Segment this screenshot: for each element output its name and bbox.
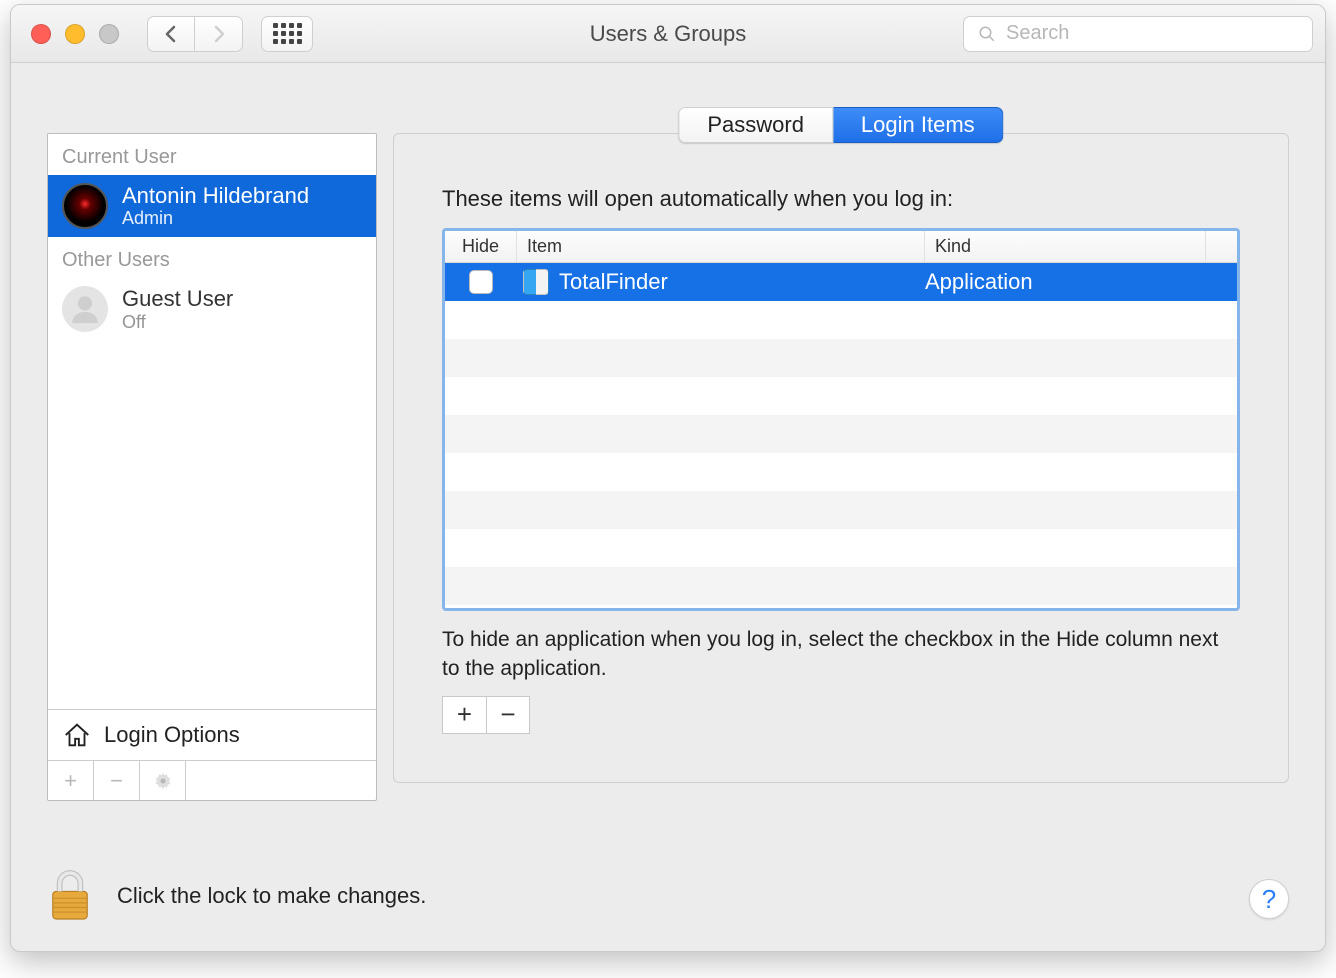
sidebar-user-current[interactable]: Antonin Hildebrand Admin <box>48 175 376 237</box>
app-icon <box>523 269 549 295</box>
forward-button[interactable] <box>195 16 243 52</box>
main-panel: Password Login Items These items will op… <box>393 133 1289 821</box>
table-row <box>445 453 1237 491</box>
current-user-label: Current User <box>48 134 376 175</box>
titlebar: Users & Groups <box>11 5 1325 63</box>
chevron-right-icon <box>212 25 226 43</box>
table-row <box>445 491 1237 529</box>
login-options-label: Login Options <box>104 722 240 748</box>
show-all-button[interactable] <box>261 16 313 52</box>
table-row <box>445 415 1237 453</box>
remove-item-button[interactable]: − <box>486 696 530 734</box>
user-name: Guest User <box>122 286 233 311</box>
avatar <box>62 183 108 229</box>
close-window-button[interactable] <box>31 24 51 44</box>
help-button[interactable]: ? <box>1249 879 1289 919</box>
tab-login-items[interactable]: Login Items <box>833 107 1004 143</box>
user-actions-button[interactable] <box>140 761 186 800</box>
table-row <box>445 301 1237 339</box>
search-field[interactable] <box>963 16 1313 52</box>
lock-icon[interactable] <box>47 868 93 924</box>
lock-text: Click the lock to make changes. <box>117 883 426 909</box>
sidebar-user-guest[interactable]: Guest User Off <box>48 278 376 340</box>
panel-heading: These items will open automatically when… <box>442 186 1240 212</box>
login-items-panel: These items will open automatically when… <box>393 133 1289 783</box>
user-role: Off <box>122 312 233 333</box>
col-item[interactable]: Item <box>517 231 925 262</box>
table-header: Hide Item Kind <box>445 231 1237 263</box>
gear-icon <box>153 771 173 791</box>
user-role: Admin <box>122 208 309 229</box>
remove-user-button[interactable]: − <box>94 761 140 800</box>
nav-buttons <box>147 16 243 52</box>
grid-icon <box>273 23 302 44</box>
login-items-table: Hide Item Kind TotalFinder Applicati <box>442 228 1240 611</box>
minimize-window-button[interactable] <box>65 24 85 44</box>
search-icon <box>978 25 996 43</box>
add-user-button[interactable]: + <box>48 761 94 800</box>
users-sidebar: Current User Antonin Hildebrand Admin Ot… <box>47 133 377 801</box>
back-button[interactable] <box>147 16 195 52</box>
add-item-button[interactable]: + <box>442 696 486 734</box>
panel-hint: To hide an application when you log in, … <box>442 625 1240 684</box>
home-icon <box>62 720 92 750</box>
add-remove-buttons: + − <box>442 696 1240 734</box>
item-name: TotalFinder <box>559 269 668 295</box>
avatar <box>62 286 108 332</box>
other-users-label: Other Users <box>48 237 376 278</box>
table-row <box>445 567 1237 605</box>
col-hide[interactable]: Hide <box>445 231 517 262</box>
login-options-button[interactable]: Login Options <box>48 709 376 760</box>
hide-checkbox[interactable] <box>469 270 493 294</box>
zoom-window-button <box>99 24 119 44</box>
preferences-window: Users & Groups Current User Antonin Hild… <box>10 4 1326 952</box>
user-name: Antonin Hildebrand <box>122 183 309 208</box>
item-kind: Application <box>925 269 1237 295</box>
window-controls <box>31 24 119 44</box>
table-row <box>445 529 1237 567</box>
sidebar-footer: + − <box>48 760 376 800</box>
table-body: TotalFinder Application <box>445 263 1237 608</box>
table-row <box>445 339 1237 377</box>
footer: Click the lock to make changes. ? <box>11 841 1325 951</box>
col-spacer <box>1205 231 1237 262</box>
chevron-left-icon <box>164 25 178 43</box>
table-row[interactable]: TotalFinder Application <box>445 263 1237 301</box>
person-icon <box>68 292 102 326</box>
tabs: Password Login Items <box>678 107 1003 143</box>
tab-password[interactable]: Password <box>678 107 833 143</box>
col-kind[interactable]: Kind <box>925 231 1205 262</box>
table-row <box>445 377 1237 415</box>
search-input[interactable] <box>1006 22 1298 45</box>
